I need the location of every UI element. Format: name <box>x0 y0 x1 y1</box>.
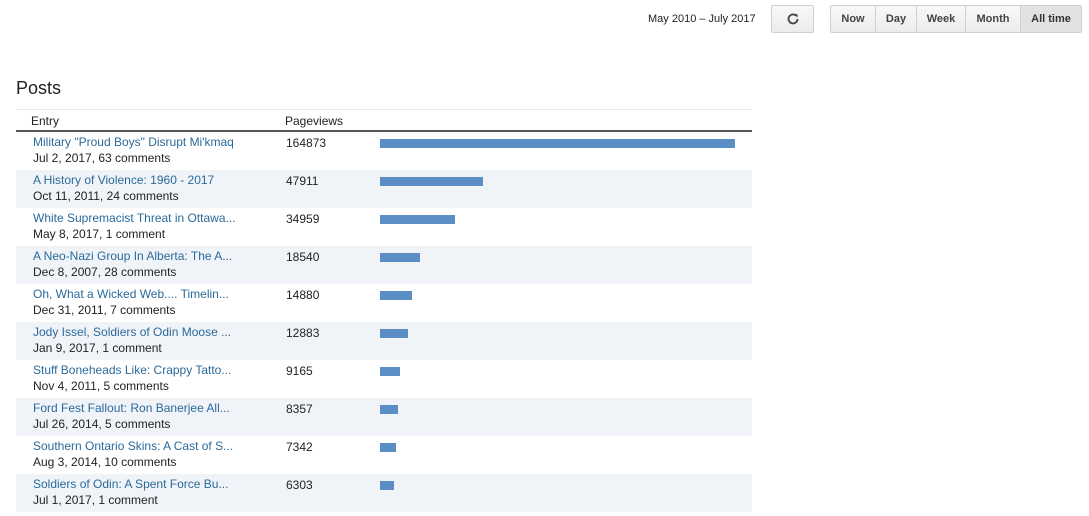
table-row: Soldiers of Odin: A Spent Force Bu... Jul… <box>16 474 752 512</box>
pageviews-value: 7342 <box>286 440 313 454</box>
post-meta: Oct 11, 2011, 24 comments <box>33 189 179 203</box>
pageviews-bar <box>380 253 420 262</box>
post-meta: Jan 9, 2017, 1 comment <box>33 341 162 355</box>
post-title-link[interactable]: Jody Issel, Soldiers of Odin Moose ... <box>33 325 261 339</box>
column-entry: Entry <box>31 114 60 128</box>
pageviews-bar <box>380 139 735 148</box>
table-body: Military "Proud Boys" Disrupt Mi'kmaq Jul… <box>16 132 752 512</box>
pageviews-value: 18540 <box>286 250 320 264</box>
post-meta: Dec 8, 2007, 28 comments <box>33 265 177 279</box>
pageviews-value: 12883 <box>286 326 320 340</box>
post-meta: May 8, 2017, 1 comment <box>33 227 166 241</box>
table-row: A Neo-Nazi Group In Alberta: The A... Dec… <box>16 246 752 284</box>
post-title-link[interactable]: Southern Ontario Skins: A Cast of S... <box>33 439 261 453</box>
pageviews-bar <box>380 215 455 224</box>
column-pageviews: Pageviews <box>285 114 344 128</box>
pageviews-value: 14880 <box>286 288 320 302</box>
post-meta: Jul 26, 2014, 5 comments <box>33 417 171 431</box>
pageviews-bar <box>380 291 412 300</box>
pageviews-value: 9165 <box>286 364 313 378</box>
pageviews-value: 164873 <box>286 136 327 150</box>
date-range-label: May 2010 – July 2017 <box>648 13 756 25</box>
post-meta: Jul 1, 2017, 1 comment <box>33 493 158 507</box>
post-meta: Aug 3, 2014, 10 comments <box>33 455 177 469</box>
range-week-button[interactable]: Week <box>917 6 966 32</box>
pageviews-bar <box>380 405 398 414</box>
pageviews-bar <box>380 443 396 452</box>
pageviews-bar <box>380 329 408 338</box>
table-header: Entry Pageviews <box>16 109 752 132</box>
table-row: Southern Ontario Skins: A Cast of S... Au… <box>16 436 752 474</box>
pageviews-bar <box>380 367 400 376</box>
post-title-link[interactable]: A Neo-Nazi Group In Alberta: The A... <box>33 249 261 263</box>
pageviews-bar <box>380 177 483 186</box>
table-row: White Supremacist Threat in Ottawa... May… <box>16 208 752 246</box>
post-title-link[interactable]: Oh, What a Wicked Web.... Timelin... <box>33 287 261 301</box>
post-title-link[interactable]: Military "Proud Boys" Disrupt Mi'kmaq <box>33 135 261 149</box>
post-title-link[interactable]: Stuff Boneheads Like: Crappy Tatto... <box>33 363 261 377</box>
posts-heading: Posts <box>16 78 62 98</box>
table-row: Ford Fest Fallout: Ron Banerjee All... Ju… <box>16 398 752 436</box>
post-title-link[interactable]: Soldiers of Odin: A Spent Force Bu... <box>33 477 261 491</box>
range-month-button[interactable]: Month <box>966 6 1021 32</box>
time-range-selector: Now Day Week Month All time <box>830 5 1082 33</box>
table-row: A History of Violence: 1960 - 2017 Oct 11… <box>16 170 752 208</box>
range-day-button[interactable]: Day <box>876 6 917 32</box>
post-title-link[interactable]: White Supremacist Threat in Ottawa... <box>33 211 261 225</box>
post-meta: Nov 4, 2011, 5 comments <box>33 379 169 393</box>
refresh-icon <box>787 13 798 25</box>
pageviews-value: 47911 <box>286 174 319 188</box>
post-title-link[interactable]: Ford Fest Fallout: Ron Banerjee All... <box>33 401 261 415</box>
range-alltime-button[interactable]: All time <box>1021 6 1081 32</box>
pageviews-bar <box>380 481 394 490</box>
range-now-button[interactable]: Now <box>831 6 876 32</box>
post-meta: Dec 31, 2011, 7 comments <box>33 303 176 317</box>
refresh-button[interactable] <box>771 5 814 33</box>
post-title-link[interactable]: A History of Violence: 1960 - 2017 <box>33 173 261 187</box>
posts-table: Entry Pageviews Military "Proud Boys" Di… <box>16 109 752 512</box>
pageviews-value: 6303 <box>286 478 313 492</box>
post-meta: Jul 2, 2017, 63 comments <box>33 151 171 165</box>
table-row: Oh, What a Wicked Web.... Timelin... Dec … <box>16 284 752 322</box>
table-row: Military "Proud Boys" Disrupt Mi'kmaq Jul… <box>16 132 752 170</box>
table-row: Jody Issel, Soldiers of Odin Moose ... Ja… <box>16 322 752 360</box>
pageviews-value: 8357 <box>286 402 313 416</box>
pageviews-value: 34959 <box>286 212 320 226</box>
toolbar: May 2010 – July 2017 Now Day Week Month … <box>0 5 1089 33</box>
table-row: Stuff Boneheads Like: Crappy Tatto... Nov… <box>16 360 752 398</box>
